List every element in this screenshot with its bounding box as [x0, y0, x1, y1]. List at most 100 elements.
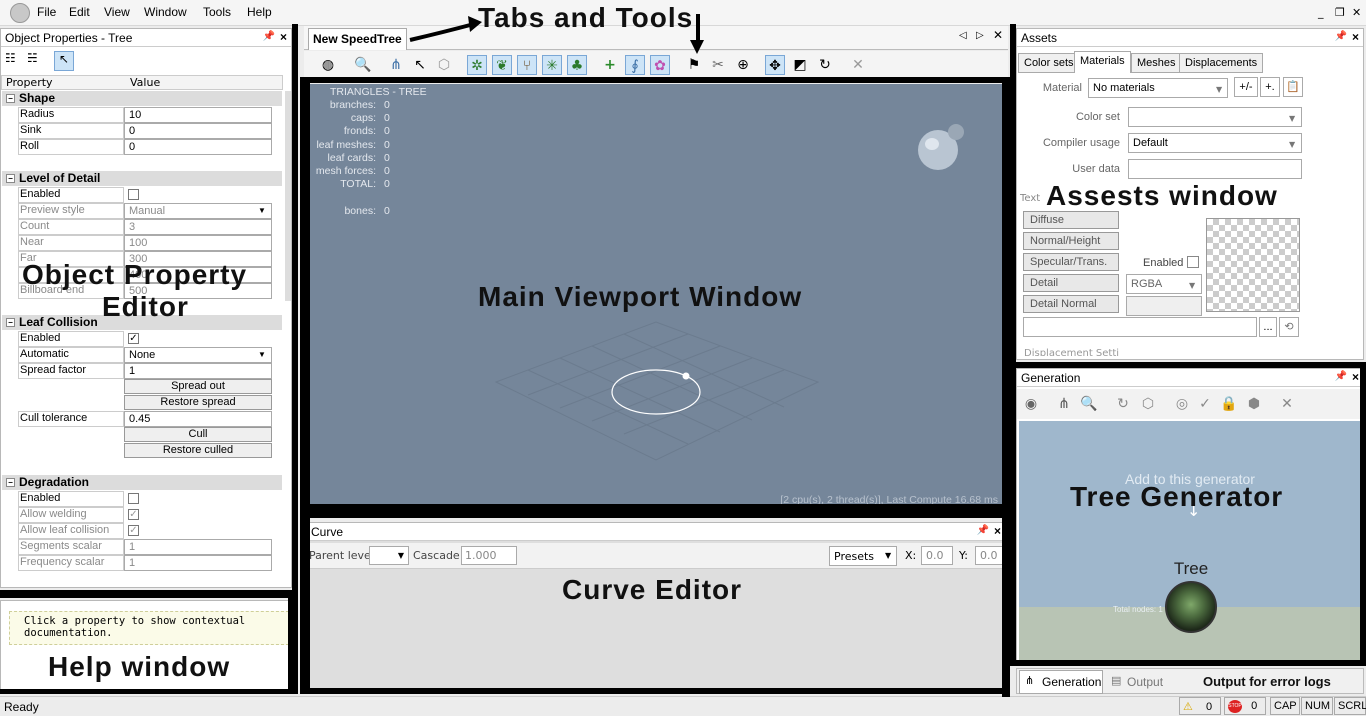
- menu-window[interactable]: Window: [144, 5, 187, 19]
- parent-level-select[interactable]: ▼: [369, 546, 409, 565]
- reload-icon[interactable]: ⟲: [1279, 317, 1299, 337]
- detail-normal-field[interactable]: [1126, 296, 1202, 316]
- frequency-value[interactable]: 1: [124, 555, 272, 571]
- generator-cube-icon[interactable]: ⬡: [1138, 394, 1158, 414]
- pin-icon[interactable]: 📌: [263, 31, 275, 42]
- generator-refresh-icon[interactable]: ↻: [1113, 394, 1133, 414]
- add-remove-button[interactable]: +/-: [1234, 77, 1258, 97]
- user-data-input[interactable]: [1128, 159, 1302, 179]
- collapse-icon[interactable]: −: [6, 174, 15, 183]
- row-lc-enabled[interactable]: Enabled ✓: [0, 331, 272, 347]
- delete-icon[interactable]: ✕: [848, 55, 868, 75]
- tab-materials[interactable]: Materials: [1074, 51, 1131, 73]
- spread-out-button[interactable]: Spread out: [124, 379, 272, 394]
- x-input[interactable]: 0.0: [921, 546, 953, 565]
- app-icon[interactable]: [10, 3, 30, 23]
- segments-value[interactable]: 1: [124, 539, 272, 555]
- row-cull-tolerance[interactable]: Cull tolerance 0.45: [0, 411, 272, 427]
- chevron-down-icon[interactable]: ▼: [1216, 85, 1222, 94]
- lc-enabled-checkbox[interactable]: ✓: [128, 333, 139, 344]
- prune-icon[interactable]: ✂: [708, 55, 728, 75]
- row-segments[interactable]: Segments scalar 1: [0, 539, 272, 555]
- chevron-down-icon[interactable]: ▼: [258, 206, 266, 215]
- tree-node-icon[interactable]: [1165, 581, 1217, 633]
- categorized-icon[interactable]: ☷: [5, 51, 23, 69]
- row-roll[interactable]: Roll 0: [0, 139, 272, 155]
- generator-graph[interactable]: Add to this generator ↓: [1019, 421, 1361, 607]
- collapse-icon[interactable]: −: [6, 318, 15, 327]
- tab-prev-icon[interactable]: ◁: [959, 30, 967, 41]
- roll-value[interactable]: 0: [124, 139, 272, 155]
- tab-color-sets[interactable]: Color sets: [1018, 53, 1080, 73]
- chevron-down-icon[interactable]: ▼: [1289, 114, 1295, 123]
- row-count[interactable]: Count 3: [0, 219, 272, 235]
- tab-next-icon[interactable]: ▷: [976, 30, 984, 41]
- zoom-icon[interactable]: 🔍: [353, 55, 373, 75]
- cull-button[interactable]: Cull: [124, 427, 272, 442]
- section-lod[interactable]: − Level of Detail: [2, 171, 282, 186]
- scale-icon[interactable]: ◩: [790, 55, 810, 75]
- errors-indicator[interactable]: STOP 0: [1224, 697, 1266, 715]
- tab-displacements[interactable]: Displacements: [1179, 53, 1264, 73]
- warnings-indicator[interactable]: ⚠ 0: [1179, 697, 1221, 715]
- generator-node-icon[interactable]: ⋔: [1054, 394, 1074, 414]
- channel-detail-normal-button[interactable]: Detail Normal: [1023, 295, 1119, 313]
- tab-new-speedtree[interactable]: New SpeedTree: [308, 28, 407, 50]
- pivot-icon[interactable]: ⊕: [733, 55, 753, 75]
- compiler-usage-select[interactable]: Default: [1128, 133, 1302, 153]
- pin-icon[interactable]: 📌: [1335, 371, 1347, 382]
- row-preview-style[interactable]: Preview style Manual ▼: [0, 203, 272, 219]
- row-allow-leaf[interactable]: Allow leaf collision ✓: [0, 523, 272, 539]
- menu-tools[interactable]: Tools: [203, 5, 231, 19]
- color-set-select[interactable]: [1128, 107, 1302, 127]
- check-icon[interactable]: ✓: [1195, 394, 1215, 414]
- row-near[interactable]: Near 100: [0, 235, 272, 251]
- y-input[interactable]: 0.0: [975, 546, 1005, 565]
- menu-file[interactable]: File: [37, 5, 56, 19]
- rotate-icon[interactable]: ↻: [815, 55, 835, 75]
- tab-close-icon[interactable]: ✕: [993, 28, 1003, 42]
- cull-tolerance-value[interactable]: 0.45: [124, 411, 272, 427]
- lod-enabled-checkbox[interactable]: [128, 189, 139, 200]
- minimize-icon[interactable]: _: [1318, 6, 1324, 19]
- row-radius[interactable]: Radius 10: [0, 107, 272, 123]
- node-icon[interactable]: ⋔: [386, 55, 406, 75]
- tab-meshes[interactable]: Meshes: [1131, 53, 1182, 73]
- row-lod-enabled[interactable]: Enabled: [0, 187, 272, 203]
- close-panel-icon[interactable]: ×: [1352, 30, 1359, 44]
- move-icon[interactable]: ✥: [765, 55, 785, 75]
- texture-preview[interactable]: [1206, 218, 1300, 312]
- pin-icon[interactable]: 📌: [1335, 31, 1347, 42]
- pointer-icon[interactable]: ↖: [54, 51, 74, 71]
- row-frequency[interactable]: Frequency scalar 1: [0, 555, 272, 571]
- sphere-icon[interactable]: ◍: [318, 55, 338, 75]
- restore-icon[interactable]: ❐: [1335, 6, 1345, 19]
- texture-path-input[interactable]: [1023, 317, 1257, 337]
- generator-zoom-icon[interactable]: 🔍: [1079, 394, 1099, 414]
- generator-delete-icon[interactable]: ✕: [1277, 394, 1297, 414]
- mesh-lod-icon[interactable]: ⬢: [1244, 394, 1264, 414]
- automatic-select[interactable]: None: [124, 347, 272, 363]
- near-value[interactable]: 100: [124, 235, 272, 251]
- scrollbar[interactable]: [285, 91, 291, 301]
- close-panel-icon[interactable]: ×: [1352, 370, 1359, 384]
- section-degradation[interactable]: − Degradation: [2, 475, 282, 490]
- count-value[interactable]: 3: [124, 219, 272, 235]
- section-shape[interactable]: − Shape: [2, 91, 282, 106]
- lock-icon[interactable]: 🔒: [1219, 394, 1239, 414]
- preview-style-select[interactable]: Manual: [124, 203, 272, 219]
- cascade-input[interactable]: 1.000: [461, 546, 517, 565]
- close-icon[interactable]: ✕: [1352, 6, 1361, 19]
- chevron-down-icon[interactable]: ▼: [258, 350, 266, 359]
- row-deg-enabled[interactable]: Enabled: [0, 491, 272, 507]
- menu-view[interactable]: View: [104, 5, 130, 19]
- sink-value[interactable]: 0: [124, 123, 272, 139]
- material-select[interactable]: No materials: [1088, 78, 1228, 98]
- restore-culled-button[interactable]: Restore culled: [124, 443, 272, 458]
- tab-output[interactable]: Output: [1127, 675, 1163, 689]
- collapse-icon[interactable]: −: [6, 478, 15, 487]
- menu-help[interactable]: Help: [247, 5, 272, 19]
- browse-button[interactable]: ...: [1259, 317, 1277, 337]
- generator-add-icon[interactable]: ◉: [1021, 394, 1041, 414]
- spread-value[interactable]: 1: [124, 363, 272, 379]
